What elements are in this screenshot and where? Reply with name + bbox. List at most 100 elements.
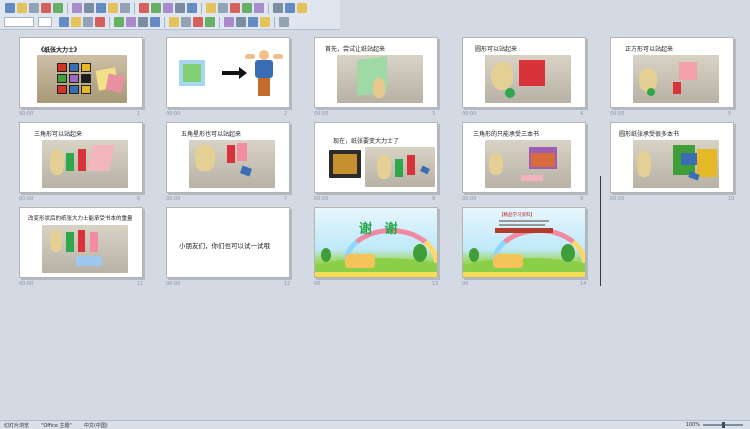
slide-thumbnail[interactable]: 改变形状后的纸张大力士能承受书本的重量 bbox=[19, 207, 143, 278]
spell-icon[interactable] bbox=[72, 3, 82, 13]
slide-thumbnail[interactable]: 圆形纸张承受很多本书 bbox=[610, 122, 734, 193]
red-square-prop bbox=[519, 60, 545, 86]
slide-7[interactable]: 五角星形也可以站起来 00:00 7 bbox=[166, 122, 296, 202]
slide-title: 五角星形也可以站起来 bbox=[181, 131, 242, 138]
zoom-control: 100% bbox=[686, 422, 746, 428]
slide-11[interactable]: 改变形状后的纸张大力士能承受书本的重量 00:00 11 bbox=[19, 207, 149, 287]
chart-icon[interactable] bbox=[187, 3, 197, 13]
slide-thumbnail[interactable]: 首先，尝试让纸站起来 bbox=[314, 37, 438, 108]
red-prism-prop bbox=[78, 149, 86, 171]
slide-timing: 00:00 bbox=[166, 196, 181, 202]
copy-icon[interactable] bbox=[96, 3, 106, 13]
hyperlink-icon[interactable] bbox=[163, 3, 173, 13]
table-icon[interactable] bbox=[175, 3, 185, 13]
slide-thumbnail[interactable]: 小朋友们，你们也可以试一试哦 bbox=[166, 207, 290, 278]
slide-3[interactable]: 首先，尝试让纸站起来 00:00 3 bbox=[314, 37, 444, 117]
slide-5[interactable]: 正方形可以站起来 00:00 5 bbox=[610, 37, 740, 117]
red-prism-prop bbox=[407, 155, 415, 175]
slide-thumbnail[interactable]: 谢 谢 bbox=[314, 207, 438, 278]
slide-thumbnail[interactable]: 五角星形也可以站起来 bbox=[166, 122, 290, 193]
slide-number: 8 bbox=[432, 196, 436, 202]
slide-title: 正方形可以站起来 bbox=[625, 46, 674, 53]
print-icon[interactable] bbox=[41, 3, 51, 13]
font-color-icon[interactable] bbox=[236, 17, 246, 27]
toolbar-empty-area bbox=[340, 0, 750, 30]
underline-icon[interactable] bbox=[83, 17, 93, 27]
slide-2[interactable]: 00:00 2 bbox=[166, 37, 296, 117]
tree bbox=[321, 248, 331, 262]
font-size-box[interactable] bbox=[38, 17, 52, 27]
help-icon[interactable] bbox=[297, 3, 307, 13]
slide-thumbnail[interactable]: 《纸张大力士》 bbox=[19, 37, 143, 108]
flowers bbox=[463, 272, 585, 277]
cylinder-prop bbox=[50, 149, 64, 175]
text-box-icon[interactable] bbox=[206, 3, 216, 13]
toolbar-separator bbox=[274, 16, 275, 28]
align-left-icon[interactable] bbox=[114, 17, 124, 27]
tree bbox=[413, 244, 427, 262]
bold-icon[interactable] bbox=[59, 17, 69, 27]
save-icon[interactable] bbox=[29, 3, 39, 13]
redo-icon[interactable] bbox=[151, 3, 161, 13]
slide-title: 圆形可以站起来 bbox=[475, 46, 518, 53]
slide-photo bbox=[329, 150, 361, 178]
strongman-arm bbox=[273, 54, 283, 59]
tree bbox=[469, 248, 479, 262]
grid-icon[interactable] bbox=[254, 3, 264, 13]
paper-square bbox=[69, 74, 79, 83]
slide-title: 首先，尝试让纸站起来 bbox=[325, 46, 386, 53]
slide-thumbnail[interactable]: 三角形可以站起来 bbox=[19, 122, 143, 193]
cut-icon[interactable] bbox=[84, 3, 94, 13]
slide-10[interactable]: 圆形纸张承受很多本书 00:00 10 bbox=[610, 122, 740, 202]
decrease-font-icon[interactable] bbox=[193, 17, 203, 27]
slide-thumbnail[interactable]: 正方形可以站起来 bbox=[610, 37, 734, 108]
slide-sorter-view: 《纸张大力士》 00:00 1 00:00 2 首先，尝试让纸站起来 00:00 3 圆形可以站… bbox=[0, 31, 750, 420]
slide-thumbnail[interactable]: 三角形的只能承受三本书 bbox=[462, 122, 586, 193]
align-center-icon[interactable] bbox=[126, 17, 136, 27]
info-lines bbox=[499, 220, 549, 222]
indent-icon[interactable] bbox=[205, 17, 215, 27]
open-icon[interactable] bbox=[17, 3, 27, 13]
slide-14[interactable]: 【精品学习资料】 00 14 bbox=[462, 207, 592, 287]
new-slide-icon[interactable] bbox=[242, 3, 252, 13]
zoom-slider-knob[interactable] bbox=[722, 422, 725, 428]
bullets-icon[interactable] bbox=[169, 17, 179, 27]
slide-thumbnail[interactable]: 圆形可以站起来 bbox=[462, 37, 586, 108]
animation-icon[interactable] bbox=[279, 17, 289, 27]
slide-thumbnail[interactable]: 【精品学习资料】 bbox=[462, 207, 586, 278]
preview-icon[interactable] bbox=[53, 3, 63, 13]
design-icon[interactable] bbox=[248, 17, 258, 27]
slide-1[interactable]: 《纸张大力士》 00:00 1 bbox=[19, 37, 149, 117]
red-prism-prop bbox=[673, 82, 681, 94]
zoom-slider[interactable] bbox=[703, 422, 743, 428]
paste-icon[interactable] bbox=[108, 3, 118, 13]
undo-icon[interactable] bbox=[139, 3, 149, 13]
image-icon[interactable] bbox=[218, 3, 228, 13]
tree bbox=[561, 244, 575, 262]
slide-4[interactable]: 圆形可以站起来 00:00 4 bbox=[462, 37, 592, 117]
italic-icon[interactable] bbox=[71, 17, 81, 27]
pink-base-prop bbox=[521, 175, 543, 181]
shadow-icon[interactable] bbox=[95, 17, 105, 27]
numbering-icon[interactable] bbox=[150, 17, 160, 27]
slide-thumbnail[interactable]: 现在，纸张要变大力士了 bbox=[314, 122, 438, 193]
zoom-icon[interactable] bbox=[285, 3, 295, 13]
slide-thumbnail[interactable] bbox=[166, 37, 290, 108]
new-slide-icon[interactable] bbox=[260, 17, 270, 27]
slide-8[interactable]: 现在，纸张要变大力士了 00:00 8 bbox=[314, 122, 444, 202]
font-name-box[interactable] bbox=[4, 17, 34, 27]
slide-6[interactable]: 三角形可以站起来 00:00 6 bbox=[19, 122, 149, 202]
slide-title: 圆形纸张承受很多本书 bbox=[619, 131, 680, 138]
slide-13[interactable]: 谢 谢 00 13 bbox=[314, 207, 444, 287]
color-icon[interactable] bbox=[273, 3, 283, 13]
increase-font-icon[interactable] bbox=[181, 17, 191, 27]
drawing-icon[interactable] bbox=[230, 3, 240, 13]
slide-9[interactable]: 三角形的只能承受三本书 00:00 9 bbox=[462, 122, 592, 202]
outdent-icon[interactable] bbox=[224, 17, 234, 27]
new-icon[interactable] bbox=[5, 3, 15, 13]
cylinder-prop bbox=[373, 78, 385, 98]
paper-green bbox=[183, 64, 201, 82]
format-painter-icon[interactable] bbox=[120, 3, 130, 13]
align-right-icon[interactable] bbox=[138, 17, 148, 27]
slide-12[interactable]: 小朋友们，你们也可以试一试哦 00:00 12 bbox=[166, 207, 296, 287]
